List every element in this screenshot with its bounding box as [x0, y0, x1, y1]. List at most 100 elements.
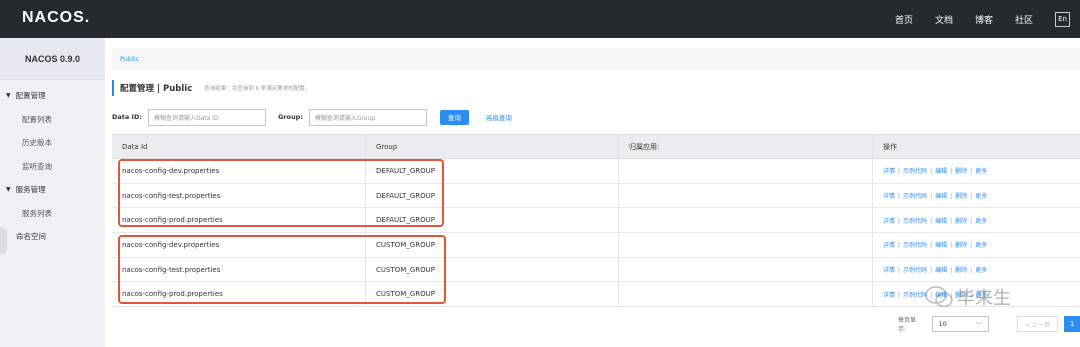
group-search-input[interactable]: 模糊查询请输入Group [308, 108, 427, 126]
group-label: Group: [277, 113, 303, 121]
delete-link[interactable]: 删除 [955, 267, 967, 274]
dataid-search-input[interactable]: 模糊查询请输入Data ID [147, 108, 266, 126]
header-group: Group [366, 135, 619, 158]
edit-link[interactable]: 编辑 [935, 267, 947, 274]
nav-docs-link[interactable]: 文档 [935, 13, 953, 26]
cell-group: DEFAULT_GROUP [366, 208, 619, 233]
sidebar-version: NACOS 0.9.0 [0, 38, 105, 80]
main-content: Public 配置管理 | Public 查询结果：共查询到 6 条满足要求的配… [105, 38, 1080, 347]
cell-app [619, 208, 873, 233]
edit-link[interactable]: 编辑 [935, 193, 947, 200]
query-button[interactable]: 查询 [439, 109, 469, 125]
page-size-select[interactable]: 10 ﹀ [931, 316, 989, 332]
sidebar-collapse-handle[interactable] [0, 228, 7, 254]
sidebar-group-label: 服务管理 [15, 185, 46, 195]
row-actions: 详情 | 示例代码 | 编辑 | 删除 | 更多 [883, 216, 987, 225]
separator: | [898, 193, 901, 201]
separator: | [898, 267, 901, 275]
nav-community-link[interactable]: 社区 [1015, 13, 1033, 26]
sidebar-item-history[interactable]: 历史版本 [0, 131, 105, 155]
table-header-row: Data Id Group 归属应用: 操作 [112, 135, 1080, 159]
cell-group: CUSTOM_GROUP [366, 233, 619, 257]
sample-code-link[interactable]: 示例代码 [903, 242, 927, 249]
separator: | [930, 242, 933, 250]
config-table: Data Id Group 归属应用: 操作 nacos-config-dev.… [112, 134, 1080, 308]
sample-code-link[interactable]: 示例代码 [903, 168, 927, 175]
sidebar-group-service[interactable]: ▼ 服务管理 [0, 178, 105, 202]
delete-link[interactable]: 删除 [955, 193, 967, 200]
page-title-row: 配置管理 | Public 查询结果：共查询到 6 条满足要求的配置。 [112, 80, 310, 96]
more-link[interactable]: 更多 [975, 267, 987, 274]
cell-group: DEFAULT_GROUP [366, 159, 619, 183]
page-size-value: 10 [938, 320, 947, 328]
separator: | [930, 168, 933, 176]
separator: | [970, 193, 973, 201]
sidebar-item-listener-query[interactable]: 监听查询 [0, 155, 105, 179]
sample-code-link[interactable]: 示例代码 [903, 218, 927, 225]
detail-link[interactable]: 详情 [883, 193, 895, 200]
cell-app [619, 159, 873, 183]
caret-down-icon: ▼ [6, 92, 11, 100]
sample-code-link[interactable]: 示例代码 [903, 292, 927, 299]
nacos-logo[interactable]: NACOS. [22, 9, 90, 27]
detail-link[interactable]: 详情 [883, 218, 895, 225]
cell-group: DEFAULT_GROUP [366, 183, 619, 208]
sidebar-group-config[interactable]: ▼ 配置管理 [0, 84, 105, 108]
separator: | [950, 193, 953, 201]
detail-link[interactable]: 详情 [883, 242, 895, 249]
edit-link[interactable]: 编辑 [935, 242, 947, 249]
table-row: nacos-config-test.properties CUSTOM_GROUP… [112, 257, 1080, 283]
breadcrumb[interactable]: Public [120, 55, 139, 63]
cell-dataid: nacos-config-dev.properties [112, 159, 366, 183]
page-size-label: 每页显示: [898, 317, 917, 333]
watermark-text: 毕来生 [957, 288, 1011, 309]
top-bar: NACOS. 首页 文档 博客 社区 En [0, 0, 1080, 38]
dataid-label: Data ID: [112, 113, 142, 121]
separator: | [898, 242, 901, 250]
sidebar-item-config-list[interactable]: 配置列表 [0, 108, 105, 132]
sample-code-link[interactable]: 示例代码 [903, 267, 927, 274]
separator: | [970, 267, 973, 275]
more-link[interactable]: 更多 [975, 168, 987, 175]
advanced-query-link[interactable]: 高级查询 [486, 112, 512, 122]
cell-ops: 详情 | 示例代码 | 编辑 | 删除 | 更多 [873, 184, 1080, 208]
sample-code-link[interactable]: 示例代码 [903, 193, 927, 200]
row-actions: 详情 | 示例代码 | 编辑 | 删除 | 更多 [883, 191, 987, 200]
page-1-button[interactable]: 1 [1064, 316, 1080, 332]
detail-link[interactable]: 详情 [883, 292, 895, 299]
more-link[interactable]: 更多 [975, 218, 987, 225]
sidebar: NACOS 0.9.0 ▼ 配置管理 配置列表 历史版本 监听查询 ▼ 服务管理… [0, 38, 105, 347]
sidebar-group-label: 配置管理 [15, 91, 46, 101]
prev-page-button[interactable]: < 上一页 [1016, 316, 1059, 332]
separator: | [930, 193, 933, 201]
caret-down-icon: ▼ [6, 186, 11, 194]
cell-dataid: nacos-config-test.properties [112, 257, 366, 282]
separator: | [970, 242, 973, 250]
row-actions: 详情 | 示例代码 | 编辑 | 删除 | 更多 [883, 265, 987, 274]
cell-group: CUSTOM_GROUP [366, 282, 619, 307]
cell-app [619, 257, 873, 282]
detail-link[interactable]: 详情 [883, 168, 895, 175]
separator: | [950, 267, 953, 275]
edit-link[interactable]: 编辑 [935, 218, 947, 225]
nav-home-link[interactable]: 首页 [895, 13, 913, 26]
more-link[interactable]: 更多 [975, 242, 987, 249]
cell-app [619, 282, 873, 307]
edit-link[interactable]: 编辑 [935, 168, 947, 175]
top-nav: 首页 文档 博客 社区 En [895, 0, 1080, 38]
breadcrumb-bar: Public [112, 48, 1080, 70]
cell-ops: 详情 | 示例代码 | 编辑 | 删除 | 更多 [873, 258, 1080, 282]
delete-link[interactable]: 删除 [955, 168, 967, 175]
delete-link[interactable]: 删除 [955, 242, 967, 249]
more-link[interactable]: 更多 [975, 193, 987, 200]
sidebar-item-service-list[interactable]: 服务列表 [0, 202, 105, 226]
detail-link[interactable]: 详情 [883, 267, 895, 274]
delete-link[interactable]: 删除 [955, 218, 967, 225]
chevron-down-icon: ﹀ [975, 321, 982, 329]
table-row: nacos-config-dev.properties CUSTOM_GROUP 详… [112, 233, 1080, 258]
nav-blog-link[interactable]: 博客 [975, 13, 993, 26]
sidebar-item-namespace[interactable]: 命名空间 [0, 225, 105, 249]
cell-app [619, 183, 873, 208]
cell-dataid: nacos-config-dev.properties [112, 233, 366, 257]
language-toggle-button[interactable]: En [1055, 11, 1070, 27]
